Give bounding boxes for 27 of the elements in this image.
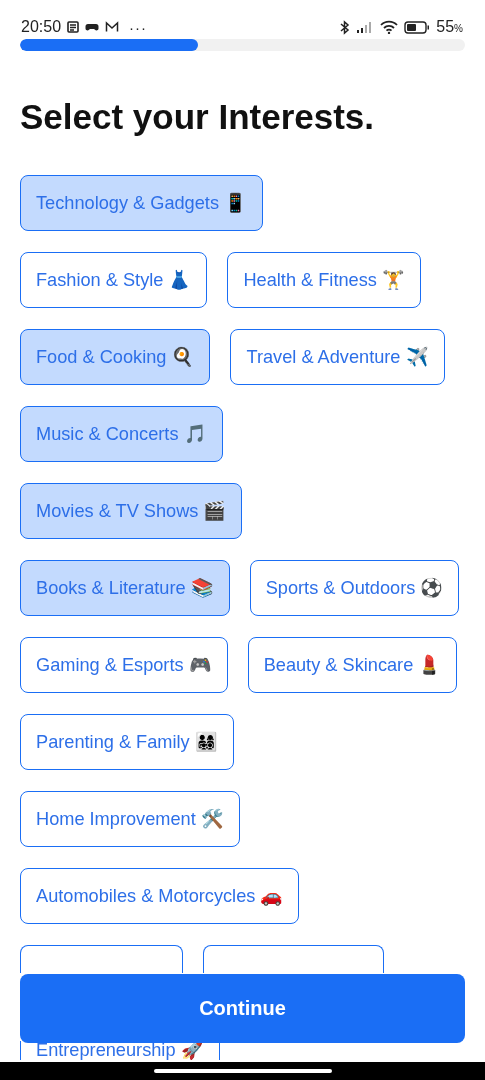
page-title: Select your Interests. <box>20 97 376 137</box>
interest-chip[interactable]: Parenting & Family 👨‍👩‍👧‍👦 <box>20 714 234 770</box>
notification-icon <box>67 21 80 33</box>
interest-chip[interactable] <box>203 945 384 973</box>
game-controller-icon <box>85 21 100 33</box>
battery-percentage: 55% <box>436 18 463 36</box>
interest-chip[interactable]: Movies & TV Shows 🎬 <box>20 483 243 539</box>
interest-chip[interactable]: Health & Fitness 🏋 <box>227 252 421 308</box>
interest-chip[interactable]: Music & Concerts 🎵 <box>20 406 223 462</box>
continue-button[interactable]: Continue <box>20 974 465 1043</box>
interest-chip[interactable]: Beauty & Skincare 💄 <box>247 637 458 693</box>
status-time: 20:50 <box>21 18 62 36</box>
interest-chip[interactable]: Home Improvement 🛠 <box>20 791 240 847</box>
interest-chip[interactable]: Books & Literature 📚 <box>20 560 230 616</box>
interest-chip[interactable]: Technology & Gadgets 📱 <box>20 175 264 231</box>
interest-chip[interactable]: Gaming & Esports 🎮 <box>20 637 228 693</box>
wifi-icon <box>380 20 399 34</box>
interest-chip[interactable]: Automobiles & Motorcycles 🚗 <box>20 868 300 924</box>
interest-chip[interactable] <box>20 945 183 973</box>
mail-icon <box>105 21 120 33</box>
bluetooth-icon <box>340 19 351 35</box>
interest-chip[interactable]: Sports & Outdoors ⚽ <box>249 560 460 616</box>
battery-icon <box>404 20 431 34</box>
more-notifications: ··· <box>129 18 148 36</box>
interest-chip[interactable]: Travel & Adventure ✈ <box>230 329 445 385</box>
interest-chip[interactable]: Food & Cooking 🍳 <box>20 329 211 385</box>
interest-chip[interactable]: Fashion & Style 👗 <box>20 252 208 308</box>
